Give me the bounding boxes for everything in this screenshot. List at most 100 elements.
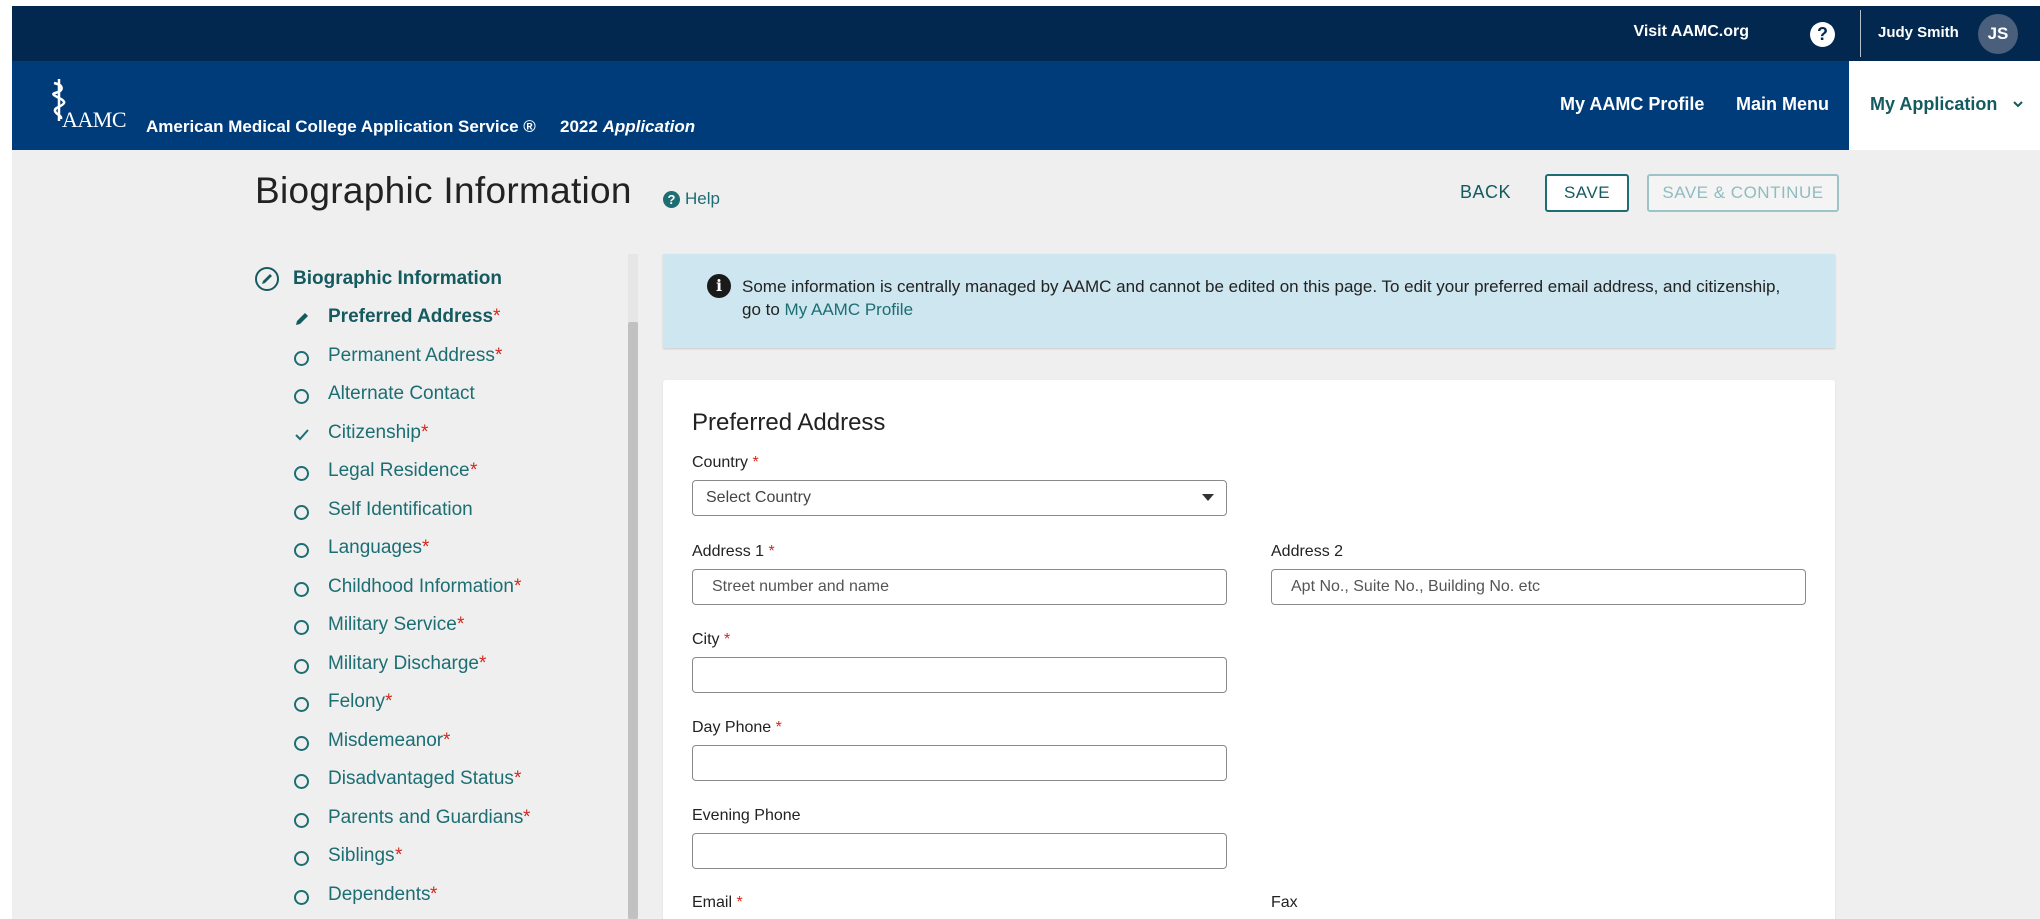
city-input[interactable] [692,657,1227,693]
chevron-down-icon [2012,94,2024,119]
my-aamc-profile-link[interactable]: My AAMC Profile [785,300,913,319]
required-mark: * [457,614,465,635]
country-label: Country * [692,454,759,472]
address2-placeholder: Apt No., Suite No., Building No. etc [1291,578,1541,595]
required-mark: * [430,884,438,905]
incomplete-circle-icon [294,813,309,828]
country-label-text: Country [692,454,749,471]
sidebar-item-label: Alternate Contact [328,383,475,404]
incomplete-circle-icon [294,582,309,597]
sidebar-item-label: Siblings [328,845,395,866]
section-title: Preferred Address [692,409,886,436]
main-nav-bar: AAMC American Medical College Applicatio… [12,61,2040,150]
incomplete-circle-icon [294,851,309,866]
required-mark: * [724,631,731,648]
address1-label-text: Address 1 [692,543,765,560]
help-link[interactable]: ? Help [663,189,720,209]
sidebar-item-label: Preferred Address [328,306,494,327]
sidebar-item-label: Permanent Address [328,345,495,366]
address2-label: Address 2 [1271,543,1344,560]
sidebar-item-label: Disadvantaged Status [328,768,514,789]
evening-phone-label: Evening Phone [692,807,801,824]
save-continue-button[interactable]: SAVE & CONTINUE [1647,174,1839,212]
day-phone-input[interactable] [692,745,1227,781]
sidebar-item-label: Citizenship [328,422,421,443]
back-button[interactable]: BACK [1460,182,1511,203]
sidebar-item-label: Childhood Information [328,576,514,597]
city-label: City * [692,631,730,649]
sidebar-item-label: Misdemeanor [328,730,444,751]
nav-main-menu[interactable]: Main Menu [1736,94,1829,115]
nav-my-application[interactable]: My Application [1849,61,2040,150]
required-mark: * [768,543,775,560]
day-phone-label-text: Day Phone [692,719,772,736]
incomplete-circle-icon [294,659,309,674]
nav-my-aamc-profile[interactable]: My AAMC Profile [1560,94,1704,115]
visit-aamc-link[interactable]: Visit AAMC.org [1633,23,1749,41]
required-mark: * [443,730,451,751]
incomplete-circle-icon [294,890,309,905]
required-mark: * [470,460,478,481]
country-select-value: Select Country [706,489,811,506]
address1-placeholder: Street number and name [712,578,889,595]
caret-down-icon [1202,494,1214,501]
city-label-text: City [692,631,720,648]
incomplete-circle-icon [294,505,309,520]
required-mark: * [479,653,487,674]
address1-label: Address 1 * [692,543,775,561]
evening-phone-input[interactable] [692,833,1227,869]
fax-label: Fax [1271,894,1298,911]
edit-circle-icon [255,267,279,291]
incomplete-circle-icon [294,697,309,712]
required-mark: * [752,454,759,471]
sidebar-item-label: Legal Residence [328,460,470,481]
sidebar-scrollbar-thumb[interactable] [628,322,638,919]
checkmark-icon [294,427,310,443]
address1-input[interactable]: Street number and name [692,569,1227,605]
sidebar-item-label: Felony [328,691,386,712]
info-icon: i [707,274,731,298]
incomplete-circle-icon [294,389,309,404]
required-mark: * [514,576,522,597]
required-mark: * [422,537,430,558]
year-text: 2022 [560,117,598,136]
application-word: Application [602,117,696,136]
app-window: Visit AAMC.org ? Judy Smith JS AAMC Amer… [12,6,2040,919]
incomplete-circle-icon [294,620,309,635]
info-banner-text: Some information is centrally managed by… [742,275,1802,321]
sidebar-item-label: Military Discharge [328,653,479,674]
help-label: Help [685,189,720,208]
user-name[interactable]: Judy Smith [1878,24,1959,41]
utility-bar: Visit AAMC.org ? Judy Smith JS [12,6,2040,61]
required-mark: * [523,807,531,828]
email-label: Email * [692,894,743,912]
required-mark: * [514,768,522,789]
sidebar-item-label: Dependents [328,884,431,905]
sidebar-item-label: Parents and Guardians [328,807,524,828]
pencil-icon [294,311,310,327]
address2-input[interactable]: Apt No., Suite No., Building No. etc [1271,569,1806,605]
save-button[interactable]: SAVE [1545,174,1629,212]
aamc-logo[interactable]: AAMC [50,77,140,141]
avatar[interactable]: JS [1978,14,2018,54]
incomplete-circle-icon [294,351,309,366]
incomplete-circle-icon [294,736,309,751]
required-mark: * [736,894,743,911]
incomplete-circle-icon [294,774,309,789]
page-title: Biographic Information [255,170,632,211]
country-select[interactable]: Select Country [692,480,1227,516]
required-mark: * [395,845,403,866]
info-banner: i Some information is centrally managed … [663,254,1835,348]
day-phone-label: Day Phone * [692,719,782,737]
sidebar-item-label: Military Service [328,614,457,635]
application-year: 2022 Application [560,117,695,137]
incomplete-circle-icon [294,466,309,481]
nav-my-application-label: My Application [1870,94,1998,114]
service-name: American Medical College Application Ser… [146,117,536,136]
sidebar-heading-label: Biographic Information [293,268,502,289]
logo-text: AAMC [62,107,127,132]
email-label-text: Email [692,894,733,911]
required-mark: * [421,422,429,443]
help-icon[interactable]: ? [1810,22,1835,47]
required-mark: * [493,306,501,327]
